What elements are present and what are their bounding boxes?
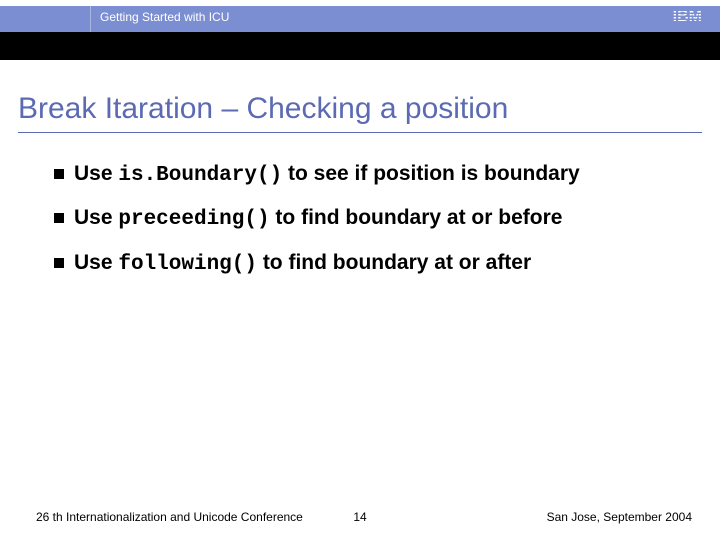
bullet-pre: Use	[74, 206, 118, 229]
square-bullet-icon	[54, 213, 64, 223]
slide-title: Break Itaration – Checking a position	[18, 92, 508, 126]
bullet-item: Use is.Boundary() to see if position is …	[54, 160, 674, 190]
footer-conference: 26 th Internationalization and Unicode C…	[36, 510, 303, 524]
bullet-text: Use preceeding() to find boundary at or …	[74, 204, 674, 234]
square-bullet-icon	[54, 258, 64, 268]
bullet-text: Use is.Boundary() to see if position is …	[74, 160, 674, 190]
bullet-item: Use following() to find boundary at or a…	[54, 249, 674, 279]
bullet-code: is.Boundary()	[118, 164, 282, 187]
bullet-pre: Use	[74, 251, 118, 274]
footer-location-date: San Jose, September 2004	[547, 510, 692, 524]
header-black-strip	[0, 32, 720, 60]
square-bullet-icon	[54, 169, 64, 179]
bullet-item: Use preceeding() to find boundary at or …	[54, 204, 674, 234]
bullet-list: Use is.Boundary() to see if position is …	[54, 160, 674, 293]
bullet-post: to find boundary at or before	[270, 206, 563, 229]
bullet-code: following()	[118, 253, 257, 276]
bullet-pre: Use	[74, 162, 118, 185]
ibm-logo: IBM	[673, 8, 702, 26]
bullet-code: preceeding()	[118, 208, 269, 231]
bullet-text: Use following() to find boundary at or a…	[74, 249, 674, 279]
header-divider	[90, 6, 91, 32]
slide: Getting Started with ICU IBM Break Itara…	[0, 0, 720, 540]
title-underline	[18, 132, 702, 133]
header-session-title: Getting Started with ICU	[100, 10, 229, 24]
bullet-post: to find boundary at or after	[257, 251, 531, 274]
footer-page-number: 14	[353, 510, 366, 524]
bullet-post: to see if position is boundary	[282, 162, 580, 185]
